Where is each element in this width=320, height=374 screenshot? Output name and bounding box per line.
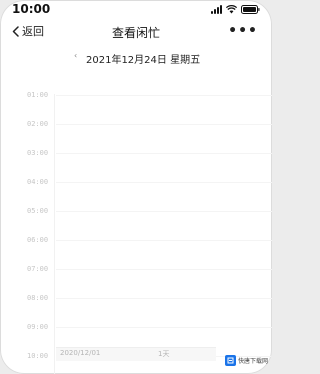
time-label: 04:00	[27, 178, 49, 186]
date-selector: ‹ 2021年12月24日 星期五 ›	[0, 50, 272, 66]
status-time: 10:00	[12, 2, 51, 16]
status-icons	[211, 4, 260, 15]
current-date: 2021年12月24日 星期五	[86, 55, 201, 66]
event-label: 1天	[158, 350, 170, 358]
nav-bar: 返回 查看闲忙 •••	[0, 20, 272, 44]
battery-icon	[241, 5, 260, 14]
phone-screen: 10:00 返回 查看闲忙 ••• ‹ 2021年12月24日 星期五 › 01…	[0, 0, 272, 374]
next-day-arrow-icon[interactable]: ›	[197, 51, 200, 60]
hour-gridline	[56, 327, 272, 328]
hour-gridline	[56, 298, 272, 299]
wifi-icon	[226, 5, 237, 14]
more-horizontal-icon[interactable]: •••	[228, 23, 258, 39]
time-label: 05:00	[27, 207, 49, 215]
time-label: 06:00	[27, 236, 49, 244]
hour-gridline	[56, 240, 272, 241]
event-label: 2020/12/01	[60, 349, 101, 357]
hour-gridline	[56, 124, 272, 125]
watermark: 快唐下载网	[225, 351, 269, 369]
status-bar: 10:00	[0, 0, 272, 18]
watermark-text: 快唐下载网	[238, 357, 269, 365]
time-label: 09:00	[27, 323, 49, 331]
prev-day-arrow-icon[interactable]: ‹	[74, 51, 77, 60]
time-label: 02:00	[27, 120, 49, 128]
hour-gridline	[56, 269, 272, 270]
time-label: 08:00	[27, 294, 49, 302]
time-label: 03:00	[27, 149, 49, 157]
hour-gridline	[56, 182, 272, 183]
hour-gridline	[56, 211, 272, 212]
signal-icon	[211, 5, 222, 14]
time-label: 10:00	[27, 352, 49, 360]
hour-gridline	[56, 95, 272, 96]
time-label: 07:00	[27, 265, 49, 273]
watermark-logo-icon	[225, 354, 236, 366]
timeline-divider	[54, 94, 55, 374]
event-bar[interactable]: 2020/12/01 1天	[56, 347, 216, 361]
time-label: 01:00	[27, 91, 49, 99]
hour-gridline	[56, 153, 272, 154]
